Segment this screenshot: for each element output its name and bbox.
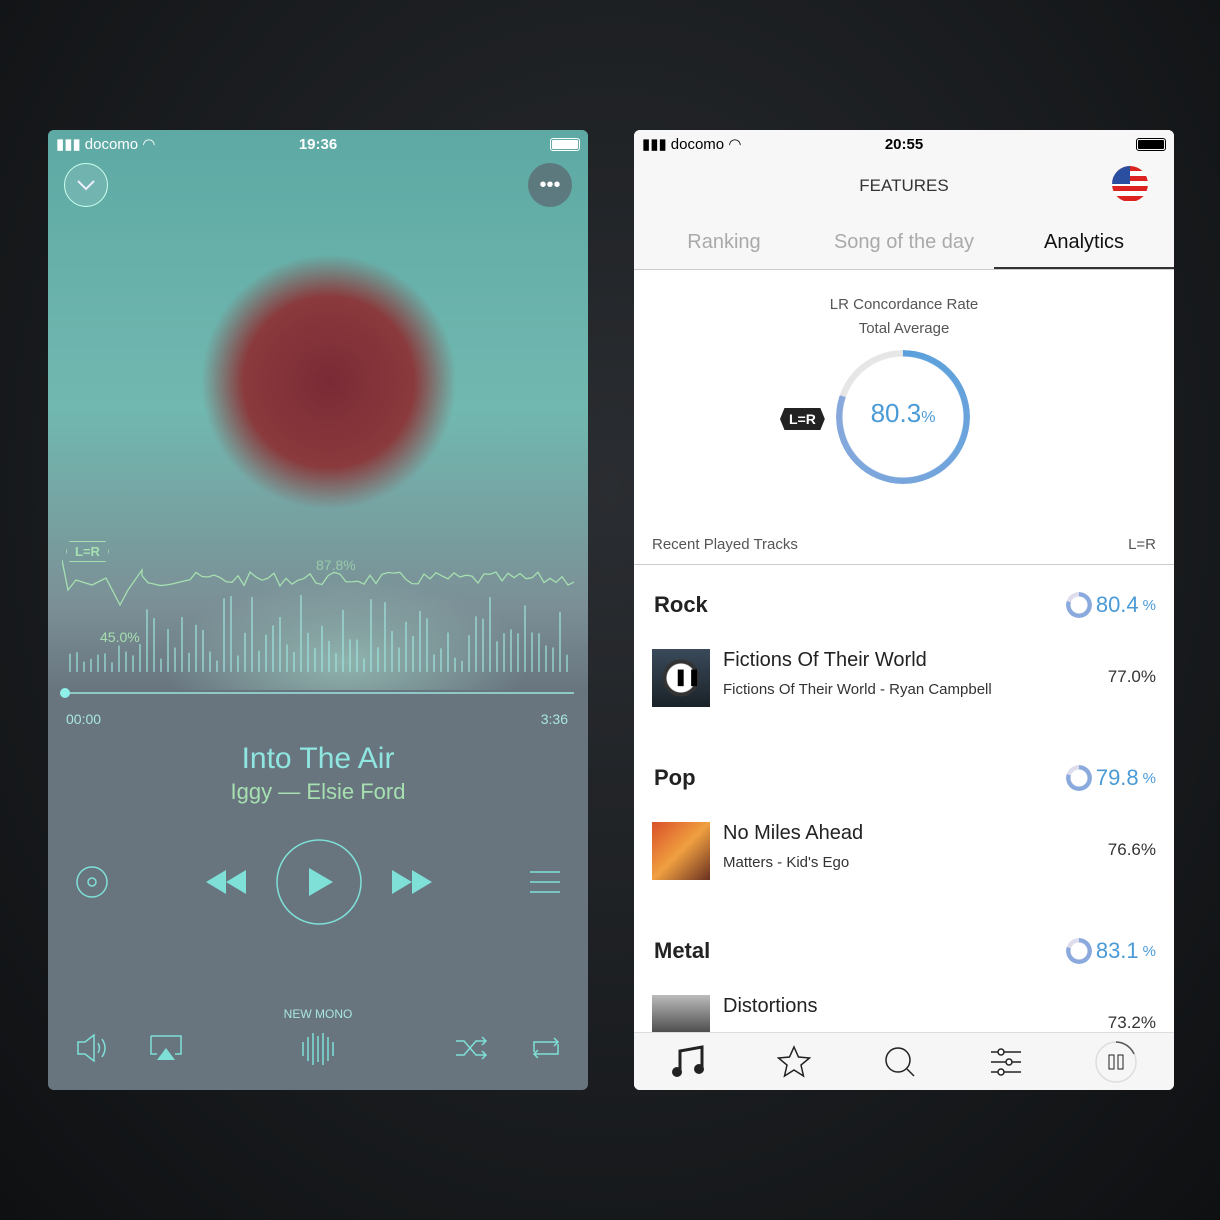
track-title: No Miles Ahead — [723, 822, 864, 844]
track-rate: 77.0% — [1107, 667, 1156, 686]
track-thumbnail: ❚❚ — [652, 649, 710, 707]
rate-ring-icon — [1065, 938, 1092, 964]
page-title: FEATURES — [859, 176, 949, 195]
features-screen: ▮▮▮ docomo ◠ 20:55 FEATURES Ranking Song … — [634, 130, 1174, 1090]
player-screen: ▮▮▮ docomo ◠ 19:36 ••• L=R 45.0% 87.8% 00… — [48, 130, 588, 1090]
seek-bar[interactable] — [64, 692, 574, 694]
rate-unit: % — [1142, 596, 1156, 614]
song-title: Into The Air — [241, 742, 395, 775]
more-button[interactable]: ••• — [528, 163, 572, 207]
genre-rate: 83.1% — [1065, 938, 1156, 964]
rate-ring-icon — [1065, 765, 1092, 791]
play-button[interactable] — [275, 838, 363, 926]
artist-name: Elsie Ford — [306, 779, 406, 804]
genre-metal: Metal — [654, 938, 711, 963]
track-thumbnail — [652, 822, 710, 880]
bottom-nav — [634, 1032, 1174, 1090]
clock: 20:55 — [884, 135, 924, 153]
value: 80.3 — [870, 398, 922, 428]
rate-unit: % — [1142, 769, 1156, 787]
us-flag-icon[interactable] — [1112, 166, 1148, 202]
genre-rock: Rock — [654, 592, 708, 617]
rate-value: 80.4 — [1095, 592, 1139, 617]
rate-unit: % — [1142, 942, 1156, 960]
genre-pop: Pop — [654, 765, 696, 790]
status-bar: ▮▮▮ docomo ◠ 20:55 — [634, 130, 1174, 158]
track-rate: 76.6% — [1107, 840, 1156, 859]
status-bar: ▮▮▮ docomo ◠ 19:36 — [48, 130, 588, 158]
track-subtitle: Matters - Kid's Ego — [723, 854, 850, 871]
equalizer-icon[interactable] — [989, 1047, 1023, 1077]
elapsed-time: 00:00 — [66, 711, 102, 727]
rewind-button[interactable] — [204, 868, 248, 896]
collapse-button[interactable] — [64, 163, 108, 207]
peak-label: 87.8% — [316, 557, 356, 573]
seek-handle[interactable] — [60, 688, 70, 698]
shuffle-icon[interactable] — [456, 1036, 488, 1060]
summary-sublabel: Total Average — [858, 320, 950, 337]
lr-badge: L=R — [780, 408, 825, 430]
chevron-down-icon — [77, 180, 95, 191]
song-meta: Iggy — Elsie Ford — [48, 779, 588, 805]
list-header-lr: L=R — [1128, 536, 1156, 553]
star-icon[interactable] — [777, 1044, 812, 1079]
queue-list-icon[interactable] — [530, 870, 560, 894]
track-row[interactable]: ❚❚ Fictions Of Their World Fictions Of T… — [652, 649, 1156, 709]
volume-icon[interactable] — [76, 1032, 110, 1064]
low-label: 45.0% — [100, 629, 140, 645]
genre-rate: 80.4% — [1065, 592, 1156, 618]
mode-label: NEW MONO — [283, 1007, 353, 1021]
list-header: Recent Played Tracks — [652, 536, 798, 553]
rate-ring-icon — [1065, 592, 1092, 618]
repeat-icon[interactable] — [530, 1036, 562, 1060]
rate-value: 79.8 — [1095, 765, 1139, 790]
duration: 3:36 — [540, 711, 568, 727]
search-icon[interactable] — [883, 1045, 917, 1079]
album-name: Iggy — [230, 779, 273, 804]
tab-song-of-the-day[interactable]: Song of the day — [814, 218, 994, 269]
lr-waveform — [62, 560, 574, 672]
track-subtitle: Fictions Of Their World - Ryan Campbell — [723, 681, 992, 698]
tab-bar: Ranking Song of the day Analytics — [634, 218, 1174, 270]
track-row[interactable]: No Miles Ahead Matters - Kid's Ego 76.6% — [652, 822, 1156, 882]
mono-mode-icon[interactable] — [300, 1030, 336, 1068]
concordance-value: 80.3% — [836, 398, 970, 429]
music-icon[interactable] — [670, 1044, 706, 1079]
tab-ranking[interactable]: Ranking — [634, 218, 814, 269]
unit: % — [921, 409, 936, 426]
airplay-icon[interactable] — [149, 1034, 183, 1062]
more-icon: ••• — [539, 173, 561, 196]
disc-icon[interactable] — [75, 865, 109, 899]
tab-analytics[interactable]: Analytics — [994, 218, 1174, 269]
pause-icon: ❚❚ — [674, 669, 701, 686]
fast-forward-button[interactable] — [390, 868, 434, 896]
track-rate: 73.2% — [1107, 1013, 1156, 1032]
pause-icon[interactable] — [1094, 1040, 1138, 1084]
clock: 19:36 — [298, 135, 338, 153]
track-title: Fictions Of Their World — [723, 649, 927, 671]
summary-label: LR Concordance Rate — [829, 296, 979, 313]
lr-badge: L=R — [66, 541, 109, 562]
genre-rate: 79.8% — [1065, 765, 1156, 791]
track-title: Distortions — [723, 995, 818, 1017]
rate-value: 83.1 — [1095, 938, 1139, 963]
separator: — — [278, 779, 301, 804]
